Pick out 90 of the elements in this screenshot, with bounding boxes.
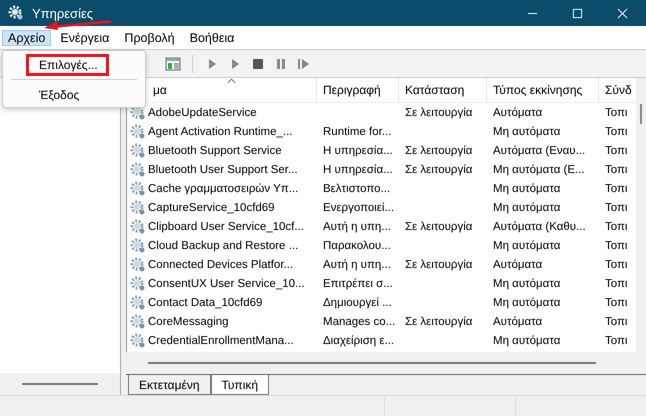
table-cell: Τοπι (605, 296, 628, 308)
table-cell: Βελτιστοπο... (323, 182, 390, 194)
table-cell: Αυτόματα (Εναυ... (493, 144, 586, 156)
table-cell: Bluetooth Support Service (148, 144, 282, 156)
menu-item[interactable]: Αρχείο (2, 30, 52, 46)
table-cell: Σε λειτουργία (405, 144, 472, 156)
gear-icon (130, 294, 146, 310)
table-cell: Αυτόματα (493, 106, 542, 118)
table-cell: ConsentUX User Service_10... (148, 278, 305, 290)
table-cell: Μη αυτόματα (493, 334, 560, 346)
table-cell: Αυτόματα (493, 316, 542, 328)
table-cell: Τοπι (605, 164, 628, 176)
table-cell: Η υπηρεσία... (323, 164, 393, 176)
gear-icon (130, 238, 146, 254)
gear-icon (130, 180, 146, 196)
gear-icon (130, 162, 146, 178)
table-cell: Σε λειτουργία (405, 316, 472, 328)
table-cell: Contact Data_10cfd69 (148, 296, 262, 308)
table-cell: Αυτόματα (493, 258, 542, 270)
close-icon[interactable] (617, 8, 628, 18)
table-cell: Μη αυτόματα (493, 126, 560, 138)
window-title: Υπηρεσίες (32, 6, 94, 20)
table-cell: Μη αυτόματα (493, 240, 560, 252)
tab[interactable]: Τυπική (210, 375, 270, 395)
table-cell: Connected Devices Platfor... (148, 258, 294, 270)
table-cell: Αυτόματα (Καθυ... (493, 220, 586, 232)
menu-item[interactable]: Ενέργεια (54, 30, 116, 46)
gear-icon (130, 124, 146, 140)
gear-icon (130, 218, 146, 234)
table-cell: Μη αυτόματα (493, 278, 560, 290)
table-cell: Ενεργοποιεί... (323, 202, 394, 214)
table-cell: CredentialEnrollmentMana... (148, 334, 294, 346)
table-cell: Τοπι (605, 220, 628, 232)
table-cell: Μη αυτόματα (493, 202, 560, 214)
console-icon[interactable] (165, 56, 181, 72)
table-cell: Αυτή η υπη... (323, 258, 391, 270)
gear-icon (130, 276, 146, 292)
column-header[interactable]: Τύπος εκκίνησης (487, 78, 599, 102)
menu-item[interactable]: Έξοδος (3, 83, 80, 107)
sort-caret-icon (227, 78, 236, 84)
column-header[interactable]: Κατάσταση (399, 78, 487, 102)
table-cell: Μη αυτόματα (493, 182, 560, 194)
table-cell: Σε λειτουργία (405, 220, 472, 232)
table-cell: Η υπηρεσία... (323, 144, 393, 156)
table-cell: Επιτρέπει σ... (323, 278, 393, 290)
table-cell: AdobeUpdateService (148, 106, 257, 118)
table-cell: Τοπι (605, 316, 628, 328)
table-cell: Manages co... (323, 316, 396, 328)
gear-icon (130, 142, 146, 158)
table-cell: Σε λειτουργία (405, 106, 472, 118)
table-cell: Μη αυτόματα (493, 296, 560, 308)
annotation-arrow (44, 20, 112, 30)
table-cell: Τοπι (605, 144, 628, 156)
table-cell: Διαχείριση ε... (323, 334, 394, 346)
scrollbar[interactable] (22, 383, 98, 385)
menu-item[interactable]: Επιλογές... (26, 54, 109, 76)
scrollbar[interactable] (640, 104, 642, 124)
gear-icon (130, 200, 146, 216)
table-cell: Cloud Backup and Restore ... (148, 240, 298, 252)
gear-icon (130, 314, 146, 330)
table-cell: Δημιουργεί ... (323, 296, 392, 308)
table-cell: Τοπι (605, 126, 628, 138)
table-cell: Παρακολου... (323, 240, 391, 252)
table-cell: Τοπι (605, 182, 628, 194)
table-cell: Bluetooth User Support Ser... (148, 164, 298, 176)
table-cell: Τοπι (605, 240, 628, 252)
gear-icon (8, 5, 24, 21)
table-cell: Μη αυτόματα (Ε... (493, 164, 585, 176)
menu-item[interactable]: Βοήθεια (184, 30, 240, 46)
table-cell: Τοπι (605, 106, 628, 118)
table-cell: Σε λειτουργία (405, 164, 472, 176)
gear-icon (130, 332, 146, 348)
table-cell: Clipboard User Service_10cf... (148, 220, 304, 232)
tab[interactable]: Εκτεταμένη (128, 375, 211, 395)
column-header[interactable]: Περιγραφή (317, 78, 399, 102)
table-cell: Αυτή η υπη... (323, 220, 391, 232)
table-cell: Runtime for... (323, 126, 392, 138)
table-cell: Τοπι (605, 258, 628, 270)
menu-item[interactable]: Προβολή (118, 30, 181, 46)
table-cell: CoreMessaging (148, 316, 229, 328)
table-cell: Τοπι (605, 278, 628, 290)
table-cell: Cache γραμματοσειρών Υπ... (148, 182, 298, 194)
table-cell: Agent Activation Runtime_... (148, 126, 292, 138)
table-cell: Τοπι (605, 202, 628, 214)
table-cell: Τοπι (605, 334, 628, 346)
maximize-icon[interactable] (572, 8, 583, 18)
gear-icon (130, 256, 146, 272)
table-cell: Σε λειτουργία (405, 258, 472, 270)
scrollbar[interactable] (148, 362, 596, 364)
table-cell: CaptureService_10cfd69 (148, 202, 275, 214)
